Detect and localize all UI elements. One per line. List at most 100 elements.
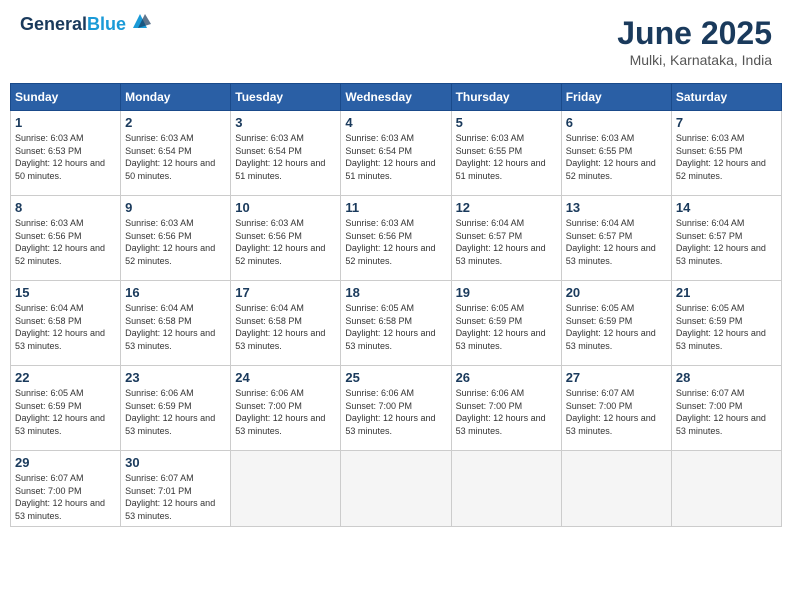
day-info: Sunrise: 6:04 AMSunset: 6:58 PMDaylight:…	[15, 302, 116, 352]
location-subtitle: Mulki, Karnataka, India	[617, 52, 772, 68]
day-number: 21	[676, 285, 777, 300]
day-info: Sunrise: 6:05 AMSunset: 6:59 PMDaylight:…	[676, 302, 777, 352]
col-wednesday: Wednesday	[341, 84, 451, 111]
day-info: Sunrise: 6:04 AMSunset: 6:58 PMDaylight:…	[235, 302, 336, 352]
calendar-cell: 14Sunrise: 6:04 AMSunset: 6:57 PMDayligh…	[671, 196, 781, 281]
calendar-week-1: 1 Sunrise: 6:03 AMSunset: 6:53 PMDaylight…	[11, 111, 782, 196]
day-info: Sunrise: 6:06 AMSunset: 7:00 PMDaylight:…	[456, 387, 557, 437]
col-friday: Friday	[561, 84, 671, 111]
calendar-cell: 29 Sunrise: 6:07 AMSunset: 7:00 PMDayligh…	[11, 451, 121, 527]
calendar-week-4: 22 Sunrise: 6:05 AMSunset: 6:59 PMDayligh…	[11, 366, 782, 451]
day-info: Sunrise: 6:03 AMSunset: 6:55 PMDaylight:…	[456, 132, 557, 182]
calendar-cell: 27 Sunrise: 6:07 AMSunset: 7:00 PMDayligh…	[561, 366, 671, 451]
calendar-cell: 9 Sunrise: 6:03 AMSunset: 6:56 PMDaylight…	[121, 196, 231, 281]
col-tuesday: Tuesday	[231, 84, 341, 111]
day-number: 17	[235, 285, 336, 300]
day-number: 15	[15, 285, 116, 300]
day-number: 16	[125, 285, 226, 300]
day-number: 6	[566, 115, 667, 130]
day-number: 9	[125, 200, 226, 215]
day-info: Sunrise: 6:05 AMSunset: 6:58 PMDaylight:…	[345, 302, 446, 352]
day-number: 10	[235, 200, 336, 215]
calendar-cell	[671, 451, 781, 527]
day-info: Sunrise: 6:03 AMSunset: 6:53 PMDaylight:…	[15, 132, 116, 182]
day-info: Sunrise: 6:03 AMSunset: 6:54 PMDaylight:…	[345, 132, 446, 182]
day-number: 24	[235, 370, 336, 385]
day-number: 27	[566, 370, 667, 385]
calendar-cell: 19 Sunrise: 6:05 AMSunset: 6:59 PMDayligh…	[451, 281, 561, 366]
col-thursday: Thursday	[451, 84, 561, 111]
calendar-table: Sunday Monday Tuesday Wednesday Thursday…	[10, 83, 782, 527]
calendar-cell: 30Sunrise: 6:07 AMSunset: 7:01 PMDayligh…	[121, 451, 231, 527]
calendar-cell: 5 Sunrise: 6:03 AMSunset: 6:55 PMDaylight…	[451, 111, 561, 196]
calendar-cell: 15 Sunrise: 6:04 AMSunset: 6:58 PMDayligh…	[11, 281, 121, 366]
day-number: 28	[676, 370, 777, 385]
day-number: 4	[345, 115, 446, 130]
day-info: Sunrise: 6:03 AMSunset: 6:56 PMDaylight:…	[125, 217, 226, 267]
day-number: 3	[235, 115, 336, 130]
calendar-cell	[231, 451, 341, 527]
logo-icon	[129, 10, 151, 32]
day-info: Sunrise: 6:07 AMSunset: 7:00 PMDaylight:…	[15, 472, 116, 522]
day-info: Sunrise: 6:05 AMSunset: 6:59 PMDaylight:…	[456, 302, 557, 352]
day-number: 19	[456, 285, 557, 300]
col-sunday: Sunday	[11, 84, 121, 111]
day-info: Sunrise: 6:03 AMSunset: 6:56 PMDaylight:…	[235, 217, 336, 267]
day-number: 26	[456, 370, 557, 385]
day-number: 2	[125, 115, 226, 130]
day-info: Sunrise: 6:06 AMSunset: 7:00 PMDaylight:…	[345, 387, 446, 437]
month-title: June 2025	[617, 15, 772, 52]
day-number: 29	[15, 455, 116, 470]
day-info: Sunrise: 6:05 AMSunset: 6:59 PMDaylight:…	[15, 387, 116, 437]
calendar-cell: 24 Sunrise: 6:06 AMSunset: 7:00 PMDayligh…	[231, 366, 341, 451]
day-number: 25	[345, 370, 446, 385]
col-monday: Monday	[121, 84, 231, 111]
calendar-cell: 2 Sunrise: 6:03 AMSunset: 6:54 PMDaylight…	[121, 111, 231, 196]
calendar-cell: 1 Sunrise: 6:03 AMSunset: 6:53 PMDaylight…	[11, 111, 121, 196]
day-info: Sunrise: 6:04 AMSunset: 6:57 PMDaylight:…	[456, 217, 557, 267]
calendar-cell: 11Sunrise: 6:03 AMSunset: 6:56 PMDayligh…	[341, 196, 451, 281]
day-info: Sunrise: 6:03 AMSunset: 6:55 PMDaylight:…	[566, 132, 667, 182]
day-info: Sunrise: 6:03 AMSunset: 6:54 PMDaylight:…	[235, 132, 336, 182]
day-info: Sunrise: 6:07 AMSunset: 7:00 PMDaylight:…	[676, 387, 777, 437]
day-info: Sunrise: 6:06 AMSunset: 7:00 PMDaylight:…	[235, 387, 336, 437]
calendar-cell: 16 Sunrise: 6:04 AMSunset: 6:58 PMDayligh…	[121, 281, 231, 366]
calendar-cell: 28 Sunrise: 6:07 AMSunset: 7:00 PMDayligh…	[671, 366, 781, 451]
calendar-cell: 22 Sunrise: 6:05 AMSunset: 6:59 PMDayligh…	[11, 366, 121, 451]
day-info: Sunrise: 6:03 AMSunset: 6:56 PMDaylight:…	[15, 217, 116, 267]
calendar-cell: 13Sunrise: 6:04 AMSunset: 6:57 PMDayligh…	[561, 196, 671, 281]
day-info: Sunrise: 6:04 AMSunset: 6:58 PMDaylight:…	[125, 302, 226, 352]
day-info: Sunrise: 6:03 AMSunset: 6:54 PMDaylight:…	[125, 132, 226, 182]
day-info: Sunrise: 6:07 AMSunset: 7:00 PMDaylight:…	[566, 387, 667, 437]
day-info: Sunrise: 6:06 AMSunset: 6:59 PMDaylight:…	[125, 387, 226, 437]
day-number: 8	[15, 200, 116, 215]
calendar-cell: 3 Sunrise: 6:03 AMSunset: 6:54 PMDaylight…	[231, 111, 341, 196]
day-number: 12	[456, 200, 557, 215]
calendar-cell: 21 Sunrise: 6:05 AMSunset: 6:59 PMDayligh…	[671, 281, 781, 366]
day-number: 30	[125, 455, 226, 470]
day-info: Sunrise: 6:04 AMSunset: 6:57 PMDaylight:…	[676, 217, 777, 267]
day-number: 11	[345, 200, 446, 215]
day-number: 5	[456, 115, 557, 130]
page-header: GeneralBlue June 2025 Mulki, Karnataka, …	[10, 10, 782, 73]
day-number: 22	[15, 370, 116, 385]
calendar-cell: 20 Sunrise: 6:05 AMSunset: 6:59 PMDayligh…	[561, 281, 671, 366]
calendar-week-3: 15 Sunrise: 6:04 AMSunset: 6:58 PMDayligh…	[11, 281, 782, 366]
calendar-cell: 17 Sunrise: 6:04 AMSunset: 6:58 PMDayligh…	[231, 281, 341, 366]
day-info: Sunrise: 6:05 AMSunset: 6:59 PMDaylight:…	[566, 302, 667, 352]
calendar-cell: 26 Sunrise: 6:06 AMSunset: 7:00 PMDayligh…	[451, 366, 561, 451]
col-saturday: Saturday	[671, 84, 781, 111]
logo: GeneralBlue	[20, 15, 151, 35]
day-number: 1	[15, 115, 116, 130]
day-number: 20	[566, 285, 667, 300]
calendar-week-5: 29 Sunrise: 6:07 AMSunset: 7:00 PMDayligh…	[11, 451, 782, 527]
calendar-cell: 10 Sunrise: 6:03 AMSunset: 6:56 PMDayligh…	[231, 196, 341, 281]
calendar-cell: 8 Sunrise: 6:03 AMSunset: 6:56 PMDaylight…	[11, 196, 121, 281]
day-info: Sunrise: 6:03 AMSunset: 6:55 PMDaylight:…	[676, 132, 777, 182]
day-number: 23	[125, 370, 226, 385]
calendar-header-row: Sunday Monday Tuesday Wednesday Thursday…	[11, 84, 782, 111]
title-section: June 2025 Mulki, Karnataka, India	[617, 15, 772, 68]
calendar-cell	[451, 451, 561, 527]
calendar-cell	[341, 451, 451, 527]
calendar-cell: 18Sunrise: 6:05 AMSunset: 6:58 PMDayligh…	[341, 281, 451, 366]
